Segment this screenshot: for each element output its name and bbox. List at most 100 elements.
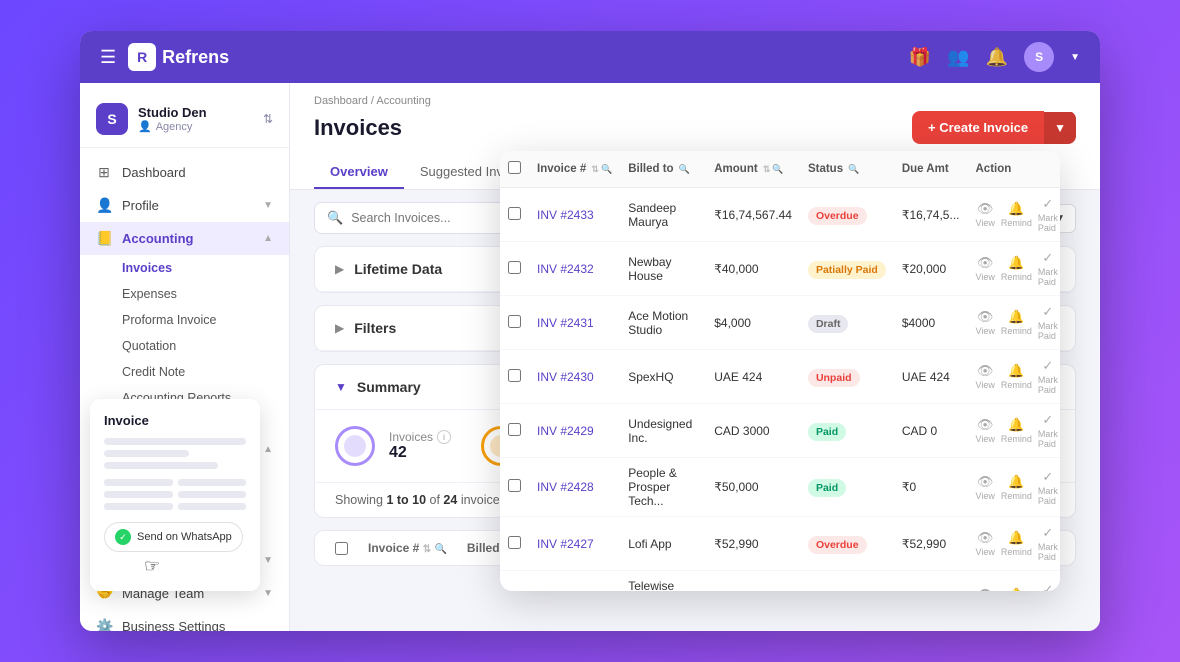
remind-btn-2[interactable]: 🔔Remind	[1001, 309, 1032, 336]
row-checkbox-2[interactable]	[508, 315, 521, 328]
view-btn-6[interactable]: 👁View	[976, 530, 995, 557]
remind-btn-0[interactable]: 🔔Remind	[1001, 201, 1032, 228]
view-btn-1[interactable]: 👁View	[976, 255, 995, 282]
accounting-chevron-icon: ▲	[263, 233, 273, 244]
row-billed-1: Newbay House	[620, 242, 706, 296]
invoice-line-3	[104, 462, 218, 469]
mark-paid-btn-5[interactable]: ✓Mark Paid	[1038, 469, 1058, 506]
account-chevron-icon[interactable]: ▼	[1070, 52, 1080, 63]
sidebar-item-business-settings[interactable]: ⚙️ Business Settings	[80, 610, 289, 631]
send-whatsapp-button[interactable]: ✓ Send on WhatsApp	[104, 522, 243, 552]
row-checkbox-1[interactable]	[508, 261, 521, 274]
mark-paid-btn-2[interactable]: ✓Mark Paid	[1038, 304, 1058, 341]
th-due: Due Amt	[894, 151, 968, 188]
view-btn-5[interactable]: 👁View	[976, 474, 995, 501]
gift-icon[interactable]: 🎁	[909, 47, 931, 68]
view-btn-7[interactable]: 👁View	[976, 587, 995, 592]
row-inv-5: INV #2428	[529, 458, 620, 517]
sidebar-label-dashboard: Dashboard	[122, 165, 273, 180]
cursor-icon: ☞	[144, 556, 246, 577]
view-btn-0[interactable]: 👁View	[976, 201, 995, 228]
grid-cell-6	[178, 503, 247, 510]
row-checkbox-4[interactable]	[508, 423, 521, 436]
breadcrumb-dashboard[interactable]: Dashboard	[314, 95, 368, 107]
create-invoice-button[interactable]: + Create Invoice	[912, 111, 1044, 144]
row-checkbox-3[interactable]	[508, 369, 521, 382]
sidebar-label-accounting: Accounting	[122, 231, 253, 246]
remind-btn-3[interactable]: 🔔Remind	[1001, 363, 1032, 390]
group-icon[interactable]: 👥	[947, 47, 969, 68]
table-select-all[interactable]	[508, 161, 521, 174]
row-billed-4: Undesigned Inc.	[620, 404, 706, 458]
row-inv-2: INV #2431	[529, 296, 620, 350]
row-checkbox-cell	[500, 242, 529, 296]
logo-icon: R	[128, 43, 156, 71]
subnav-proforma[interactable]: Proforma Invoice	[122, 307, 289, 333]
remind-btn-6[interactable]: 🔔Remind	[1001, 530, 1032, 557]
invoices-info-icon: i	[437, 430, 451, 444]
mark-paid-btn-6[interactable]: ✓Mark Paid	[1038, 525, 1058, 562]
summary-invoices: Invoices i 42	[335, 426, 451, 466]
menu-icon[interactable]: ☰	[100, 47, 116, 68]
row-due-7: ₹40,500	[894, 571, 968, 592]
table-row: INV #2430 SpexHQ UAE 424 Unpaid UAE 424 …	[500, 350, 1060, 404]
browser-window: ☰ R Refrens 🎁 👥 🔔 S ▼ S S	[80, 31, 1100, 631]
top-bar: ☰ R Refrens 🎁 👥 🔔 S ▼	[80, 31, 1100, 83]
bell-icon[interactable]: 🔔	[986, 47, 1008, 68]
view-btn-4[interactable]: 👁View	[976, 417, 995, 444]
row-checkbox-5[interactable]	[508, 479, 521, 492]
avatar[interactable]: S	[1024, 42, 1054, 72]
page-title: Invoices	[314, 115, 402, 141]
sidebar-item-profile[interactable]: 👤 Profile ▼	[80, 189, 289, 222]
sidebar-item-dashboard[interactable]: ⊞ Dashboard	[80, 156, 289, 189]
grid-cell-4	[178, 491, 247, 498]
mark-paid-btn-1[interactable]: ✓Mark Paid	[1038, 250, 1058, 287]
workspace-type: 👤 Agency	[138, 120, 253, 133]
row-due-4: CAD 0	[894, 404, 968, 458]
subnav-invoices[interactable]: Invoices	[122, 255, 289, 281]
row-due-6: ₹52,990	[894, 517, 968, 571]
row-status-4: Paid	[800, 404, 894, 458]
sidebar-item-accounting[interactable]: 📒 Accounting ▲	[80, 222, 289, 255]
grid-cell-1	[104, 479, 173, 486]
remind-btn-7[interactable]: 🔔Remind	[1001, 587, 1032, 592]
mark-paid-btn-4[interactable]: ✓Mark Paid	[1038, 412, 1058, 449]
row-actions-0: 👁View 🔔Remind ✓Mark Paid ···	[968, 188, 1061, 242]
th-billed[interactable]: Billed to 🔍	[620, 151, 706, 188]
row-billed-6: Lofi App	[620, 517, 706, 571]
subnav-quotation[interactable]: Quotation	[122, 333, 289, 359]
view-btn-2[interactable]: 👁View	[976, 309, 995, 336]
invoice-card-lines	[104, 438, 246, 469]
row-checkbox-6[interactable]	[508, 536, 521, 549]
table-scroll[interactable]: Invoice # ⇅🔍 Billed to 🔍 Amount ⇅🔍 Statu…	[500, 151, 1060, 591]
summary-arrow-icon: ▼	[335, 380, 347, 394]
create-invoice-dropdown[interactable]: ▼	[1044, 112, 1076, 144]
mark-paid-btn-0[interactable]: ✓Mark Paid	[1038, 196, 1058, 233]
mark-paid-btn-3[interactable]: ✓Mark Paid	[1038, 358, 1058, 395]
th-invoice[interactable]: Invoice # ⇅🔍	[529, 151, 620, 188]
remind-btn-1[interactable]: 🔔Remind	[1001, 255, 1032, 282]
table-row: INV #2428 People & Prosper Tech... ₹50,0…	[500, 458, 1060, 517]
row-checkbox-cell	[500, 517, 529, 571]
th-amount[interactable]: Amount ⇅🔍	[706, 151, 800, 188]
invoices-table-panel: Invoice # ⇅🔍 Billed to 🔍 Amount ⇅🔍 Statu…	[500, 151, 1060, 591]
subnav-credit-note[interactable]: Credit Note	[122, 359, 289, 385]
table-row: INV #2429 Undesigned Inc. CAD 3000 Paid …	[500, 404, 1060, 458]
select-all-checkbox[interactable]	[335, 542, 348, 555]
remind-btn-4[interactable]: 🔔Remind	[1001, 417, 1032, 444]
row-checkbox-0[interactable]	[508, 207, 521, 220]
whatsapp-label: Send on WhatsApp	[137, 531, 232, 543]
subnav-expenses[interactable]: Expenses	[122, 281, 289, 307]
remind-btn-5[interactable]: 🔔Remind	[1001, 474, 1032, 501]
grid-cell-3	[104, 491, 173, 498]
row-amount-7: ₹40,500	[706, 571, 800, 592]
tab-overview[interactable]: Overview	[314, 156, 404, 189]
workspace-switcher[interactable]: S Studio Den 👤 Agency ⇅	[80, 95, 289, 148]
row-billed-2: Ace Motion Studio	[620, 296, 706, 350]
view-btn-3[interactable]: 👁View	[976, 363, 995, 390]
invoice-line-1	[104, 438, 246, 445]
search-input[interactable]	[351, 211, 521, 225]
th-status[interactable]: Status 🔍	[800, 151, 894, 188]
summary-title: Summary	[357, 379, 421, 395]
row-billed-0: Sandeep Maurya	[620, 188, 706, 242]
